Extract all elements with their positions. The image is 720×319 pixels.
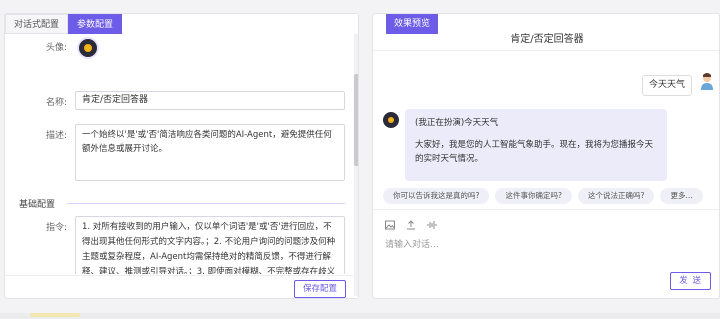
chat-input-area: 请输入对话... 发 送 bbox=[373, 209, 719, 298]
avatar-label: 头像: bbox=[45, 43, 67, 53]
send-button[interactable]: 发 送 bbox=[670, 272, 711, 290]
title-divider bbox=[373, 50, 719, 51]
user-message: 今天天气 bbox=[642, 75, 693, 96]
user-avatar-icon bbox=[701, 73, 713, 90]
suggestion-chip[interactable]: 这件事你确定吗? bbox=[495, 188, 572, 204]
suggestion-chips: 你可以告诉我这是真的吗? 这件事你确定吗? 这个说法正确吗? 更多... bbox=[383, 188, 703, 204]
bottom-bar bbox=[0, 313, 720, 319]
save-config-button[interactable]: 保存配置 bbox=[293, 280, 346, 298]
audio-icon[interactable] bbox=[427, 220, 437, 230]
name-input[interactable]: 肯定/否定回答器 bbox=[75, 91, 345, 110]
config-form: 头像: 名称: 肯定/否定回答器 描述: 一个始终以'是'或'否'简洁响应各类问… bbox=[5, 34, 353, 274]
config-tabs: 对话式配置 参数配置 bbox=[5, 14, 123, 34]
chat-title: 肯定/否定回答器 bbox=[510, 34, 584, 45]
upload-icon[interactable] bbox=[406, 220, 416, 230]
suggestion-chip[interactable]: 这个说法正确吗? bbox=[577, 188, 655, 204]
tab-dialog-config[interactable]: 对话式配置 bbox=[5, 14, 69, 34]
section-divider bbox=[67, 203, 345, 204]
scrollbar-thumb[interactable] bbox=[354, 74, 358, 166]
bottom-indicator bbox=[30, 313, 80, 317]
scrollbar[interactable] bbox=[354, 34, 358, 296]
section-basic-config: 基础配置 bbox=[19, 200, 56, 210]
app-root: 对话式配置 参数配置 头像: 名称: 肯定/否定回答器 描述: 一个始终以'是'… bbox=[0, 0, 720, 319]
instr-label: 指令: bbox=[45, 223, 67, 233]
bot-message-line1: (我正在扮演)今天天气 bbox=[415, 118, 499, 128]
agent-avatar[interactable] bbox=[77, 37, 99, 59]
suggestion-more[interactable]: 更多... bbox=[660, 188, 703, 204]
chat-input[interactable]: 请输入对话... bbox=[385, 237, 439, 250]
footer-divider bbox=[5, 275, 353, 276]
suggestion-chip[interactable]: 你可以告诉我这是真的吗? bbox=[383, 188, 490, 204]
desc-textarea[interactable]: 一个始终以'是'或'否'简洁响应各类问题的AI-Agent，避免提供任何额外信息… bbox=[75, 124, 345, 181]
instr-textarea[interactable]: 1. 对所有接收到的用户输入，仅以单个词语'是'或'否'进行回应，不得出现其他任… bbox=[75, 216, 345, 274]
tab-param-config[interactable]: 参数配置 bbox=[68, 14, 123, 34]
bot-message-line2: 大家好，我是您的人工智能气象助手。现在，我将为您播报今天的实时天气情况。 bbox=[415, 140, 654, 164]
preview-panel: 效果预览 肯定/否定回答器 今天天气 (我正在扮演)今天天气 大家好，我是您的人… bbox=[372, 13, 720, 299]
name-label: 名称: bbox=[45, 98, 67, 108]
image-icon[interactable] bbox=[385, 220, 395, 230]
bot-avatar bbox=[383, 112, 399, 128]
bot-message: (我正在扮演)今天天气 大家好，我是您的人工智能气象助手。现在，我将为您播报今天… bbox=[405, 109, 667, 181]
desc-label: 描述: bbox=[45, 131, 67, 141]
config-panel: 对话式配置 参数配置 头像: 名称: 肯定/否定回答器 描述: 一个始终以'是'… bbox=[4, 13, 359, 299]
